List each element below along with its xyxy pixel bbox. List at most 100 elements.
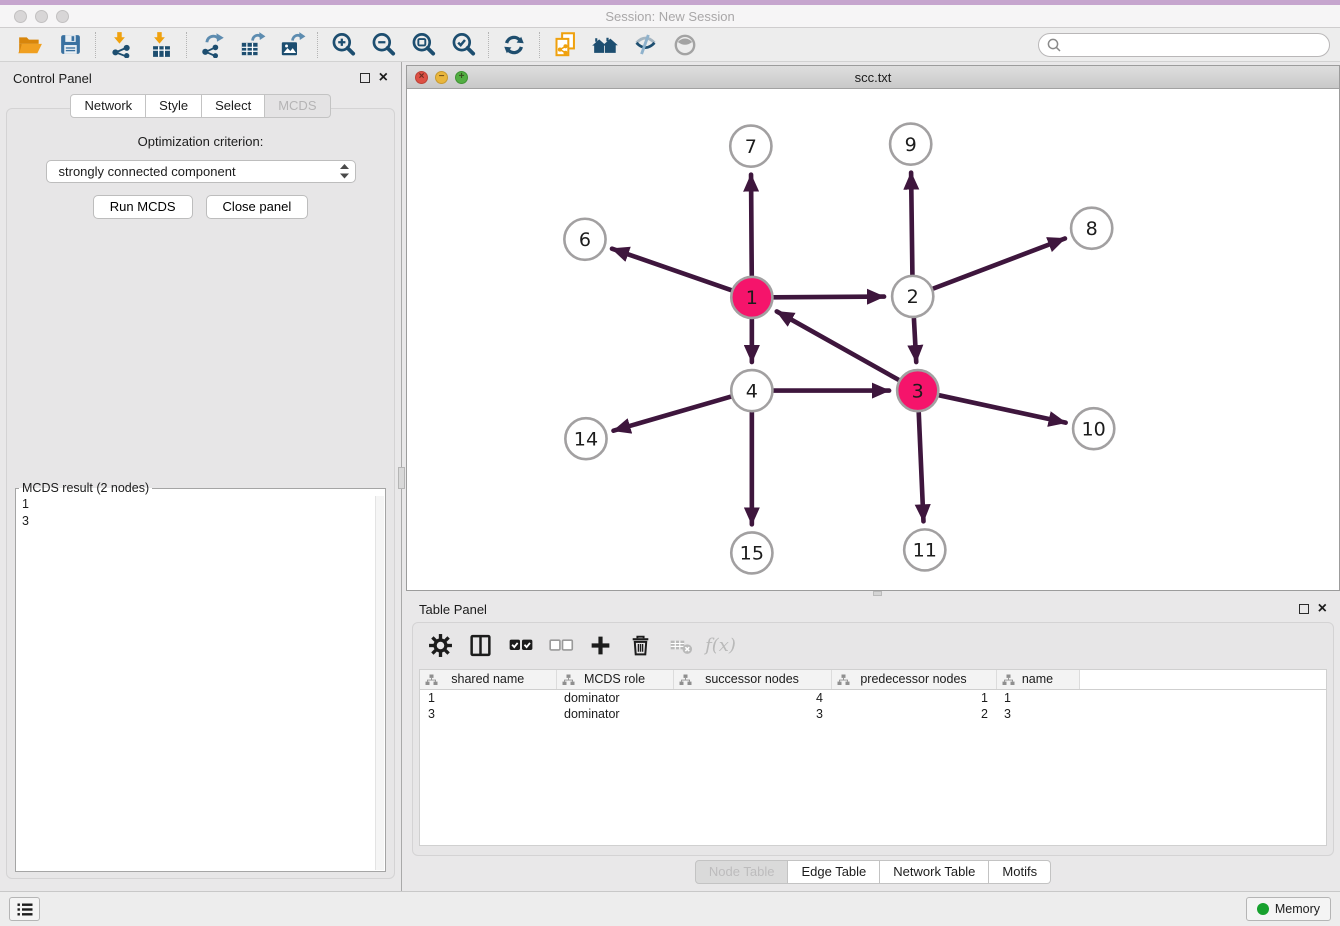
- search-box[interactable]: [1038, 33, 1330, 57]
- graph-edge-1-7[interactable]: [751, 175, 752, 276]
- import-table-icon[interactable]: [141, 30, 181, 60]
- graph-node-2[interactable]: 2: [892, 276, 933, 317]
- column-header-mcds-role[interactable]: MCDS role: [556, 670, 673, 689]
- graph-node-6[interactable]: 6: [564, 219, 605, 260]
- graph-node-4[interactable]: 4: [731, 370, 772, 411]
- table-cell[interactable]: 1: [420, 689, 556, 706]
- result-scrollbar[interactable]: [375, 496, 384, 870]
- refresh-icon[interactable]: [494, 30, 534, 60]
- tab-node-table[interactable]: Node Table: [695, 860, 789, 884]
- graph-edge-2-3[interactable]: [914, 318, 916, 362]
- deselect-all-icon[interactable]: [547, 632, 574, 659]
- network-graph: 7 9 6 8 1 2 4 3 14 10 15 11: [407, 89, 1339, 590]
- maximize-window-icon[interactable]: +: [455, 71, 468, 84]
- zoom-fit-icon[interactable]: [403, 30, 443, 60]
- table-cell[interactable]: 1: [831, 689, 996, 706]
- tab-motifs[interactable]: Motifs: [989, 860, 1051, 884]
- column-header-successor-nodes[interactable]: successor nodes: [673, 670, 831, 689]
- delete-row-icon[interactable]: [627, 632, 654, 659]
- open-session-icon[interactable]: [10, 30, 50, 60]
- close-traffic-icon[interactable]: [14, 10, 27, 23]
- float-table-panel-icon[interactable]: [1299, 604, 1309, 614]
- graph-node-15[interactable]: 15: [731, 532, 772, 573]
- maximize-traffic-icon[interactable]: [56, 10, 69, 23]
- graph-node-7[interactable]: 7: [730, 126, 771, 167]
- graph-edge-2-9[interactable]: [911, 173, 912, 275]
- table-cell[interactable]: 3: [996, 706, 1079, 722]
- close-table-panel-icon[interactable]: ×: [1318, 604, 1327, 614]
- export-image-icon[interactable]: [272, 30, 312, 60]
- graph-edge-4-14[interactable]: [614, 397, 731, 431]
- graph-node-10[interactable]: 10: [1073, 408, 1114, 449]
- svg-text:10: 10: [1082, 418, 1106, 440]
- network-canvas[interactable]: 7 9 6 8 1 2 4 3 14 10 15 11: [407, 89, 1339, 590]
- show-graphics-details-icon[interactable]: [625, 30, 665, 60]
- tab-mcds[interactable]: MCDS: [265, 94, 330, 118]
- tab-network-table[interactable]: Network Table: [880, 860, 989, 884]
- tab-style[interactable]: Style: [146, 94, 202, 118]
- import-network-icon[interactable]: [101, 30, 141, 60]
- graph-node-8[interactable]: 8: [1071, 208, 1112, 249]
- export-table-icon[interactable]: [232, 30, 272, 60]
- tab-select[interactable]: Select: [202, 94, 265, 118]
- close-panel-icon[interactable]: ×: [379, 73, 388, 83]
- tab-network[interactable]: Network: [70, 94, 146, 118]
- column-header-predecessor-nodes[interactable]: predecessor nodes: [831, 670, 996, 689]
- table-cell[interactable]: 3: [420, 706, 556, 722]
- traffic-lights[interactable]: [14, 10, 69, 23]
- graph-node-3[interactable]: 3: [897, 370, 938, 411]
- table-cell[interactable]: 2: [831, 706, 996, 722]
- settings-gear-icon[interactable]: [427, 632, 454, 659]
- node-table[interactable]: shared nameMCDS rolesuccessor nodesprede…: [419, 669, 1327, 846]
- float-panel-icon[interactable]: [360, 73, 370, 83]
- table-cell[interactable]: dominator: [556, 689, 673, 706]
- table-cell[interactable]: dominator: [556, 706, 673, 722]
- status-bar: Memory: [0, 891, 1340, 926]
- table-cell[interactable]: 3: [673, 706, 831, 722]
- zoom-out-icon[interactable]: [363, 30, 403, 60]
- function-builder-icon[interactable]: f(x): [707, 632, 734, 659]
- table-cell[interactable]: 1: [996, 689, 1079, 706]
- select-all-icon[interactable]: [507, 632, 534, 659]
- horizontal-splitter-grip[interactable]: [873, 591, 882, 596]
- table-row[interactable]: 1dominator411: [420, 689, 1326, 706]
- graph-node-9[interactable]: 9: [890, 124, 931, 165]
- graph-node-11[interactable]: 11: [904, 529, 945, 570]
- memory-button[interactable]: Memory: [1246, 897, 1331, 921]
- table-cell[interactable]: 4: [673, 689, 831, 706]
- zoom-selected-icon[interactable]: [443, 30, 483, 60]
- search-input[interactable]: [1066, 38, 1322, 52]
- vertical-splitter-grip[interactable]: [398, 467, 405, 489]
- delete-table-icon[interactable]: [667, 632, 694, 659]
- graph-node-1[interactable]: 1: [731, 277, 772, 318]
- show-columns-icon[interactable]: [467, 632, 494, 659]
- minimize-traffic-icon[interactable]: [35, 10, 48, 23]
- graph-edge-1-6[interactable]: [612, 249, 731, 290]
- table-row[interactable]: 3dominator323: [420, 706, 1326, 722]
- add-row-icon[interactable]: [587, 632, 614, 659]
- graph-edge-2-8[interactable]: [933, 238, 1065, 288]
- table-cell-filler: [1079, 689, 1326, 706]
- network-window-titlebar[interactable]: × − + scc.txt: [407, 66, 1339, 89]
- home-icon[interactable]: [585, 30, 625, 60]
- save-session-icon[interactable]: [50, 30, 90, 60]
- export-network-icon[interactable]: [192, 30, 232, 60]
- close-panel-button[interactable]: Close panel: [206, 195, 309, 219]
- minimize-window-icon[interactable]: −: [435, 71, 448, 84]
- run-mcds-button[interactable]: Run MCDS: [93, 195, 193, 219]
- graph-edge-3-11[interactable]: [919, 413, 924, 522]
- column-header-shared-name[interactable]: shared name: [420, 670, 556, 689]
- graph-edge-3-1[interactable]: [777, 311, 899, 379]
- task-history-button[interactable]: [9, 897, 40, 921]
- graph-node-14[interactable]: 14: [565, 418, 606, 459]
- clone-network-icon[interactable]: [545, 30, 585, 60]
- close-window-icon[interactable]: ×: [415, 71, 428, 84]
- column-header-name[interactable]: name: [996, 670, 1079, 689]
- zoom-in-icon[interactable]: [323, 30, 363, 60]
- tab-edge-table[interactable]: Edge Table: [788, 860, 880, 884]
- result-line: 1: [22, 496, 379, 513]
- graph-edge-3-10[interactable]: [939, 395, 1065, 422]
- graph-edge-1-2[interactable]: [774, 297, 884, 298]
- criterion-dropdown[interactable]: strongly connected component: [46, 160, 356, 183]
- hide-panel-eye-icon[interactable]: [665, 30, 705, 60]
